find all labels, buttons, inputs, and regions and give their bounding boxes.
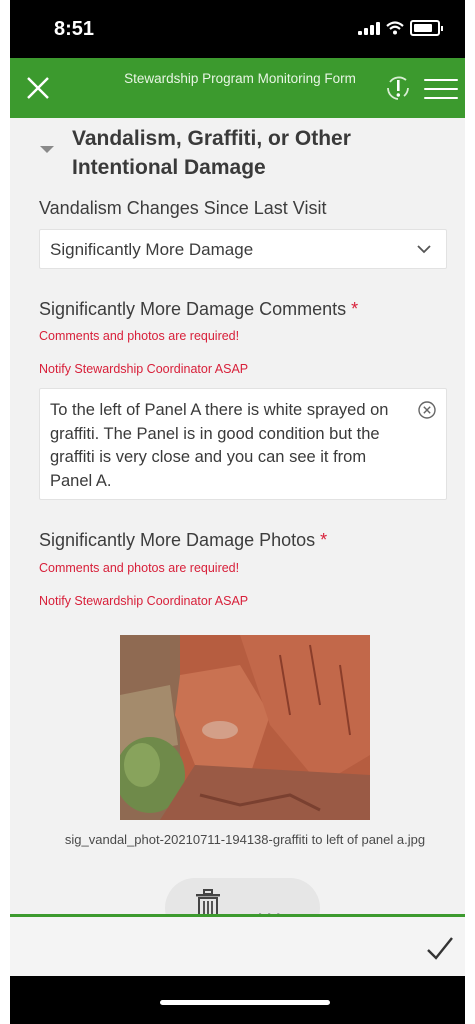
close-icon	[27, 77, 49, 99]
signal-icon	[358, 21, 380, 35]
more-options-button[interactable]: ...	[257, 896, 284, 914]
close-button[interactable]	[18, 68, 58, 108]
comments-label-text: Significantly More Damage Comments	[39, 299, 347, 319]
chevron-down-icon	[417, 245, 431, 254]
comments-warning-required: Comments and photos are required!	[39, 329, 240, 343]
photo-rock-scene	[120, 635, 370, 820]
chevron-down-icon	[40, 146, 54, 153]
photos-warning-notify: Notify Stewardship Coordinator ASAP	[39, 594, 249, 608]
comments-textarea[interactable]: To the left of Panel A there is white sp…	[39, 388, 447, 500]
photo-filename: sig_vandal_phot-20210711-194138-graffiti…	[64, 832, 426, 847]
phone-screen: 8:51 Stewardship Program Monitoring Form	[10, 0, 465, 1024]
menu-line	[424, 88, 458, 90]
required-marker: *	[320, 530, 328, 550]
home-indicator[interactable]	[160, 1000, 330, 1005]
graffiti-photo[interactable]	[120, 635, 370, 820]
submit-button[interactable]	[423, 931, 457, 965]
sync-alert-icon	[387, 76, 409, 100]
photos-label: Significantly More Damage Photos *	[39, 530, 327, 551]
vandalism-changes-select[interactable]: Significantly More Damage	[39, 229, 447, 269]
sync-button[interactable]	[380, 70, 416, 106]
form-content[interactable]: Vandalism, Graffiti, or Other Intentiona…	[10, 118, 465, 914]
menu-button[interactable]	[424, 72, 458, 106]
vandalism-changes-label: Vandalism Changes Since Last Visit	[39, 198, 327, 218]
wifi-icon	[386, 21, 404, 35]
menu-line	[424, 79, 458, 81]
select-value: Significantly More Damage	[50, 240, 254, 259]
photo-actions-bar: ...	[165, 878, 320, 914]
comments-warning-notify: Notify Stewardship Coordinator ASAP	[39, 362, 249, 376]
status-bar: 8:51	[10, 0, 465, 58]
status-icons	[358, 20, 443, 36]
battery-tip	[441, 25, 443, 31]
status-time: 8:51	[54, 18, 95, 40]
checkmark-icon	[427, 937, 453, 960]
app-header: Stewardship Program Monitoring Form	[10, 58, 465, 118]
group-title: Vandalism, Graffiti, or Other Intentiona…	[72, 127, 351, 179]
required-marker: *	[351, 299, 359, 319]
comments-label: Significantly More Damage Comments *	[39, 299, 358, 320]
trash-icon[interactable]	[193, 888, 223, 914]
home-bar	[10, 976, 465, 1024]
battery-icon	[410, 20, 440, 36]
form-footer	[10, 914, 465, 976]
menu-line	[424, 97, 458, 99]
clear-circle-icon[interactable]	[418, 401, 436, 419]
comments-text: To the left of Panel A there is white sp…	[50, 401, 389, 490]
form-title: Stewardship Program Monitoring Form	[124, 71, 356, 86]
photos-warning-required: Comments and photos are required!	[39, 561, 240, 575]
photos-label-text: Significantly More Damage Photos	[39, 530, 316, 550]
